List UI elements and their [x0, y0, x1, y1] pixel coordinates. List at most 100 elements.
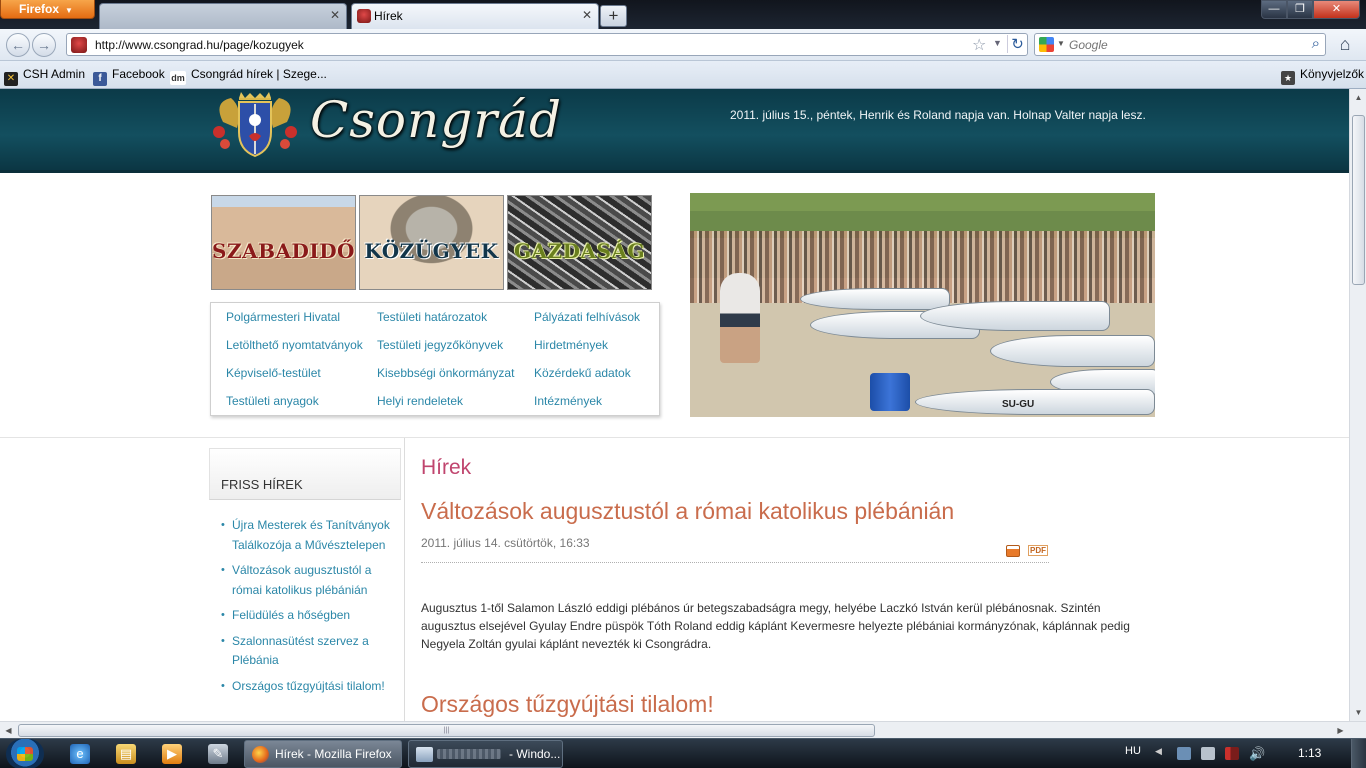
forward-button[interactable]: → [32, 33, 56, 57]
url-bar[interactable]: http://www.csongrad.hu/page/kozugyek ☆ ▼… [66, 33, 1028, 56]
bookmarks-menu-button[interactable]: ★ Könyvjelzők [1281, 67, 1364, 85]
fresh-news-item[interactable]: Országos tűzgyújtási tilalom! [221, 677, 399, 697]
page-viewport: Csongrád 2011. július 15., péntek, Henri… [0, 89, 1349, 721]
main-area: FRISS HÍREK Újra Mesterek és Tanítványok… [0, 437, 1349, 721]
link-polgarmesteri-hivatal[interactable]: Polgármesteri Hivatal [226, 310, 340, 324]
tab-hirek[interactable]: Hírek ✕ [351, 3, 599, 29]
bookmarks-menu-label: Könyvjelzők [1300, 67, 1365, 81]
google-icon[interactable] [1039, 37, 1054, 52]
article-title[interactable]: Országos tűzgyújtási tilalom! [421, 691, 714, 718]
volume-icon[interactable]: 🔊 [1249, 747, 1265, 760]
link-hirdetmenyek[interactable]: Hirdetmények [534, 338, 608, 352]
link-testuleti-hatarozatok[interactable]: Testületi határozatok [377, 310, 487, 324]
nameday-text: 2011. július 15., péntek, Henrik és Rola… [730, 108, 1146, 122]
navigation-bar: ← → http://www.csongrad.hu/page/kozugyek… [0, 29, 1366, 61]
minimize-button[interactable]: — [1261, 0, 1287, 19]
article-title[interactable]: Változások augusztustól a római katoliku… [421, 498, 954, 525]
new-tab-button[interactable]: + [600, 5, 627, 27]
bookmark-facebook[interactable]: f Facebook [93, 67, 165, 86]
tray-app-icon[interactable] [1177, 747, 1191, 760]
show-desktop-button[interactable] [1351, 739, 1366, 768]
fresh-news-item[interactable]: Szalonnasütést szervez a Plébánia [221, 632, 399, 671]
firefox-menu-label: Firefox [19, 2, 60, 16]
coat-of-arms-icon[interactable] [209, 92, 301, 158]
link-intezmenyek[interactable]: Intézmények [534, 394, 602, 408]
category-label: GAZDASÁG [513, 239, 646, 263]
language-indicator[interactable]: HU [1125, 745, 1141, 757]
pdf-icon[interactable]: PDF [1028, 545, 1048, 556]
media-player-icon[interactable]: ▶ [162, 744, 182, 764]
taskbar-firefox-window[interactable]: Hírek - Mozilla Firefox [244, 740, 402, 768]
article-date: 2011. július 14. csütörtök, 16:33 [421, 536, 590, 550]
scroll-right-icon[interactable]: ▶ [1332, 722, 1349, 739]
boat-registration-text: SU-GU [1002, 399, 1035, 410]
category-label: KÖZÜGYEK [364, 239, 499, 263]
bookmark-csongrad-hirek[interactable]: dm Csongrád hírek | Szege... [170, 67, 327, 85]
fresh-news-item[interactable]: Változások augusztustól a római katoliku… [221, 561, 399, 600]
folder-icon[interactable]: ▤ [116, 744, 136, 764]
category-tile-gazdasag[interactable]: GAZDASÁG [507, 195, 652, 290]
close-icon[interactable]: ✕ [330, 8, 340, 22]
print-icon[interactable] [1006, 545, 1020, 557]
link-kepviselo-testulet[interactable]: Képviselő-testület [226, 366, 321, 380]
vertical-scrollbar[interactable]: ▲ ▼ [1349, 89, 1366, 721]
bookmark-csh-admin[interactable]: ✕ CSH Admin [4, 67, 85, 86]
bookmark-label: Csongrád hírek | Szege... [191, 67, 327, 81]
search-icon[interactable]: ⌕ [1312, 35, 1320, 52]
redacted-text [437, 749, 501, 759]
tray-expand-icon[interactable]: ◀ [1155, 746, 1162, 757]
scroll-down-icon[interactable]: ▼ [1350, 704, 1366, 721]
scroll-up-icon[interactable]: ▲ [1350, 89, 1366, 106]
link-kozerdeku-adatok[interactable]: Közérdekű adatok [534, 366, 631, 380]
search-engine-dropdown-icon[interactable]: ▼ [1057, 39, 1065, 48]
site-identity-icon[interactable] [71, 37, 87, 53]
person [720, 273, 760, 363]
tab-label: Hírek [374, 9, 403, 23]
link-kisebbsegi-onkormanyzat[interactable]: Kisebbségi önkormányzat [377, 366, 514, 380]
scroll-left-icon[interactable]: ◀ [0, 722, 17, 739]
tray-device-icon[interactable] [1201, 747, 1215, 760]
boat [920, 301, 1110, 331]
search-input[interactable] [1069, 37, 1299, 53]
reload-icon[interactable]: ↻ [1007, 35, 1027, 53]
site-favicon-icon [357, 9, 371, 23]
back-button[interactable]: ← [6, 33, 30, 57]
home-icon[interactable]: ⌂ [1331, 33, 1359, 57]
close-icon[interactable]: ✕ [582, 8, 592, 22]
start-button[interactable] [6, 739, 44, 768]
link-testuleti-jegyzokonyvek[interactable]: Testületi jegyzőkönyvek [377, 338, 503, 352]
search-bar[interactable]: ▼ ⌕ [1034, 33, 1326, 56]
taskbar-other-window[interactable]: - Windo... [408, 740, 563, 768]
firefox-icon [252, 746, 269, 763]
category-tile-kozugyek[interactable]: KÖZÜGYEK [359, 195, 504, 290]
link-helyi-rendeletek[interactable]: Helyi rendeletek [377, 394, 463, 408]
link-palyazati-felhivasok[interactable]: Pályázati felhívások [534, 310, 640, 324]
fresh-news-item[interactable]: Felüdülés a hőségben [221, 606, 399, 626]
network-icon[interactable] [1225, 747, 1239, 760]
news-content: Hírek Változások augusztustól a római ka… [421, 438, 1141, 721]
horizontal-scrollbar[interactable]: ◀ ||| ▶ [0, 721, 1366, 738]
beach-photo: SU-GU [690, 193, 1155, 417]
sidebar-header: FRISS HÍREK [209, 448, 401, 500]
maximize-button[interactable]: ❐ [1287, 0, 1313, 19]
firefox-menu-button[interactable]: Firefox ▼ [0, 0, 95, 19]
site-logo[interactable]: Csongrád [310, 91, 562, 149]
close-window-button[interactable]: ✕ [1313, 0, 1360, 19]
link-letoltheto-nyomtatvanyok[interactable]: Letölthető nyomtatványok [226, 338, 363, 352]
article-body: Augusztus 1-től Salamon László eddigi pl… [421, 601, 1130, 651]
bookmarks-bar: ✕ CSH Admin f Facebook dm Csongrád hírek | … [0, 61, 1366, 89]
scrollbar-thumb[interactable]: ||| [18, 724, 875, 737]
facebook-icon: f [93, 72, 107, 86]
internet-explorer-icon[interactable]: e [70, 744, 90, 764]
url-history-dropdown-icon[interactable]: ▼ [993, 38, 1002, 48]
category-tile-szabadido[interactable]: SZABADIDŐ [211, 195, 356, 290]
url-text[interactable]: http://www.csongrad.hu/page/kozugyek [95, 38, 304, 52]
fresh-news-item[interactable]: Újra Mesterek és Tanítványok Találkozója… [221, 516, 399, 555]
tool-icon[interactable]: ✎ [208, 744, 228, 764]
link-testuleti-anyagok[interactable]: Testületi anyagok [226, 394, 319, 408]
bookmarks-icon: ★ [1281, 71, 1295, 85]
clock[interactable]: 1:13 [1298, 746, 1321, 760]
bookmark-star-icon[interactable]: ☆ [972, 35, 986, 55]
scrollbar-thumb[interactable] [1352, 115, 1365, 285]
tab-blank[interactable]: ✕ [99, 3, 347, 29]
